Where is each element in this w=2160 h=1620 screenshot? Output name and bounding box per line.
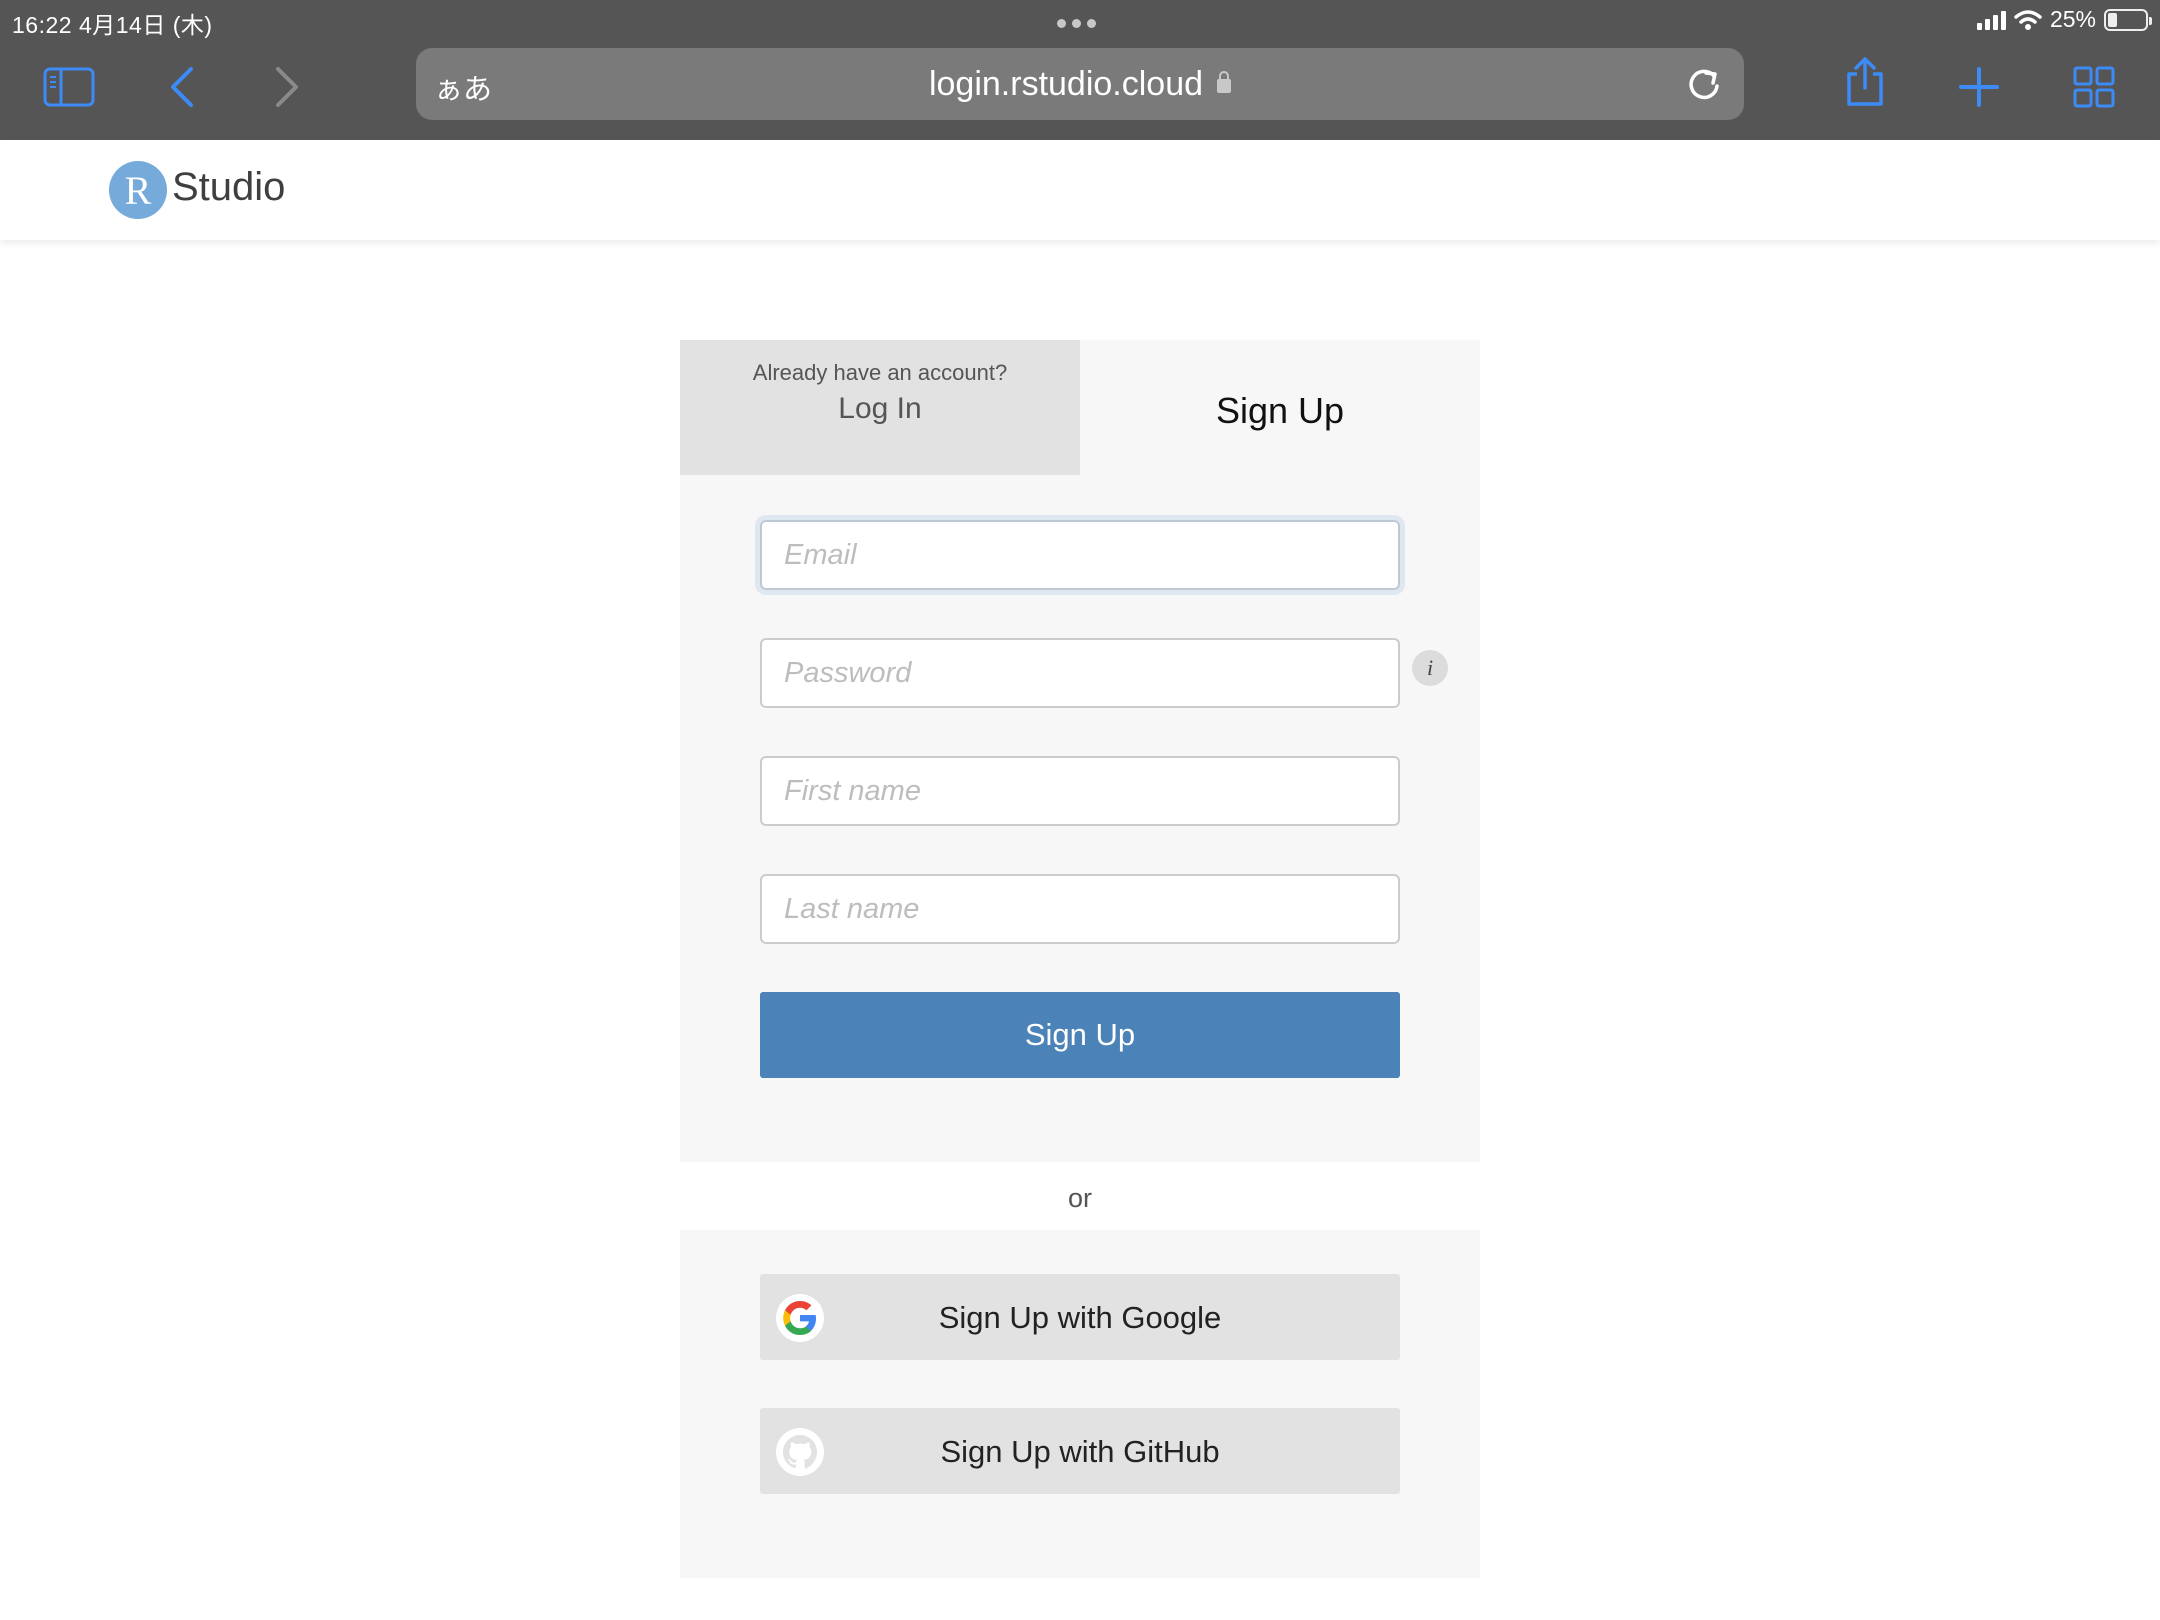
wifi-icon (2014, 9, 2042, 30)
google-signup-label: Sign Up with Google (938, 1300, 1222, 1335)
status-indicators: 25% (1976, 6, 2152, 33)
google-signup-button[interactable]: Sign Up with Google (760, 1274, 1400, 1360)
login-tab-prompt: Already have an account? (752, 360, 1008, 385)
first-name-input[interactable] (760, 756, 1400, 826)
url-text: login.rstudio.cloud (416, 65, 1744, 104)
battery-level (2108, 12, 2117, 27)
rstudio-logo-mark[interactable]: R (109, 161, 167, 219)
reload-icon[interactable] (1684, 64, 1724, 109)
signup-button[interactable]: Sign Up (760, 992, 1400, 1078)
tab-login[interactable]: Already have an account? Log In (680, 340, 1080, 475)
browser-chrome: 16:22 4月14日 (木) 25% ぁあ login.rstudio.clo… (0, 0, 2160, 140)
tabs-icon[interactable] (2067, 60, 2121, 114)
last-name-input[interactable] (760, 874, 1400, 944)
address-bar[interactable]: ぁあ login.rstudio.cloud (416, 48, 1744, 120)
battery-icon (2104, 8, 2152, 31)
battery-percent: 25% (2049, 6, 2096, 32)
or-divider: or (1067, 1183, 1092, 1213)
password-input[interactable] (760, 638, 1400, 708)
url-host: login.rstudio.cloud (928, 65, 1204, 103)
share-icon[interactable] (1838, 55, 1892, 109)
cellular-signal-icon (1976, 10, 2006, 30)
github-signup-button[interactable]: Sign Up with GitHub (760, 1408, 1400, 1494)
login-tab-label: Log In (838, 392, 922, 425)
new-tab-icon[interactable] (1952, 60, 2006, 114)
sidebar-icon[interactable] (42, 60, 96, 114)
back-icon[interactable] (155, 60, 209, 114)
email-input[interactable] (760, 520, 1400, 590)
lock-icon (1217, 71, 1232, 93)
password-info-icon[interactable]: i (1412, 650, 1448, 686)
github-signup-label: Sign Up with GitHub (940, 1434, 1220, 1469)
site-header: R Studio (0, 140, 2160, 240)
forward-icon[interactable] (260, 60, 314, 114)
rstudio-logo-text[interactable]: Studio (172, 165, 285, 210)
signup-card: Already have an account? Log In Sign Up … (680, 340, 1480, 1162)
status-time: 16:22 4月14日 (木) (12, 12, 213, 38)
signup-tab-label: Sign Up (1215, 390, 1345, 431)
social-signup-card: Sign Up with Google Sign Up with GitHub (680, 1230, 1480, 1578)
multitasking-dots-icon[interactable] (1057, 19, 1096, 28)
tab-signup[interactable]: Sign Up (1080, 340, 1480, 475)
